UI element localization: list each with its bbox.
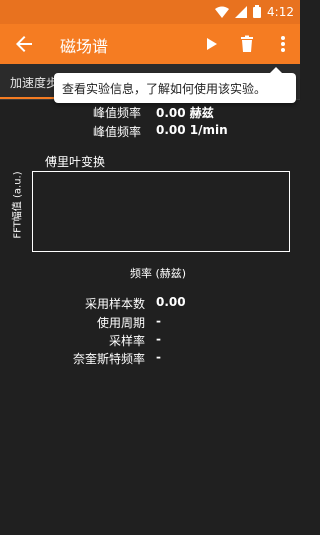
detail-row-period: 使用周期 -	[0, 314, 300, 332]
fft-y-axis-label: FFT幅值 (a.u.)	[8, 150, 24, 260]
detail-value: -	[156, 332, 161, 346]
detail-value: -	[156, 350, 161, 364]
detail-label: 采样率	[108, 334, 145, 348]
stat-label: 峰值频率	[92, 125, 141, 139]
play-icon[interactable]	[200, 33, 222, 55]
wifi-icon	[215, 3, 230, 22]
detail-row-sample-rate: 采样率 -	[0, 332, 300, 350]
signal-icon	[235, 3, 248, 22]
tab-acceleration[interactable]: 加速度步	[10, 74, 58, 91]
fft-title: 傅里叶变换	[45, 155, 106, 169]
detail-label: 奈奎斯特频率	[72, 352, 145, 366]
stat-row-peak-per-min: 峰值频率 0.00 1/min	[0, 123, 300, 141]
stat-value: 0.00 赫兹	[156, 106, 214, 120]
detail-row-samples: 采用样本数 0.00	[0, 295, 300, 313]
page-title: 磁场谱	[60, 37, 109, 56]
detail-value: 0.00	[156, 295, 186, 309]
detail-label: 采用样本数	[84, 297, 145, 311]
tooltip-arrow	[270, 67, 282, 73]
status-bar: 4:12	[0, 0, 300, 24]
detail-label: 使用周期	[96, 316, 145, 330]
more-vert-icon[interactable]	[272, 33, 294, 55]
info-tooltip: 查看实验信息，了解如何使用该实验。	[54, 67, 296, 103]
clock: 4:12	[267, 5, 294, 19]
tooltip-text: 查看实验信息，了解如何使用该实验。	[62, 81, 267, 96]
app-toolbar: 磁场谱	[0, 24, 300, 64]
detail-row-nyquist: 奈奎斯特频率 -	[0, 350, 300, 368]
back-arrow-icon[interactable]	[12, 32, 36, 56]
fft-x-axis-label: 频率 (赫兹)	[130, 267, 187, 280]
fft-ylabel-text: FFT幅值 (a.u.)	[12, 171, 24, 239]
stat-row-peak-hz: 峰值频率 0.00 赫兹	[0, 104, 300, 122]
battery-icon	[253, 3, 262, 22]
stat-label: 峰值频率	[92, 106, 141, 120]
fft-plot-area[interactable]	[32, 171, 290, 252]
detail-value: -	[156, 314, 161, 328]
delete-icon[interactable]	[236, 33, 258, 55]
stat-value: 0.00 1/min	[156, 123, 228, 137]
